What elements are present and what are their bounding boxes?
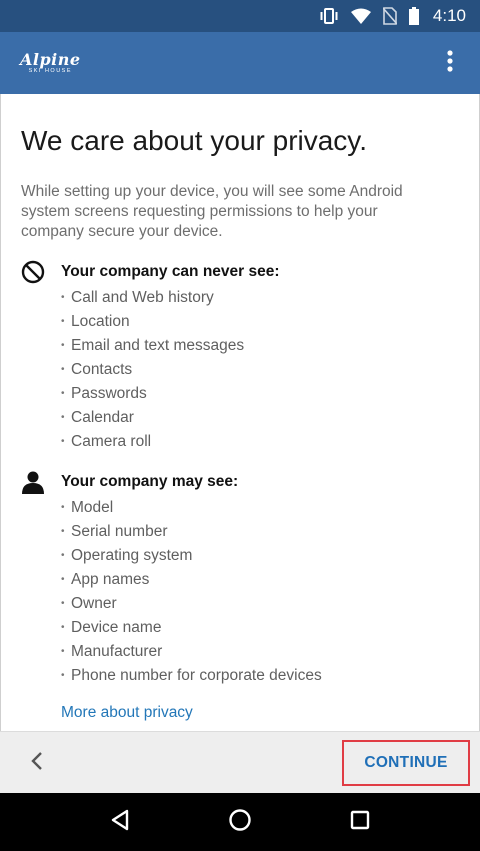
overflow-menu-icon xyxy=(447,49,453,77)
more-about-privacy-link[interactable]: More about privacy xyxy=(61,704,193,722)
logo-main-text: Alpine xyxy=(20,49,81,69)
list-item: • Manufacturer xyxy=(61,640,459,664)
list-item-label: App names xyxy=(71,571,150,588)
list-item: • Owner xyxy=(61,592,459,616)
never-see-title: Your company can never see: xyxy=(61,263,280,280)
list-item-label: Phone number for corporate devices xyxy=(71,667,322,684)
page-title: We care about your privacy. xyxy=(21,125,368,156)
list-item-label: Model xyxy=(71,499,114,516)
never-see-header: Your company can never see: xyxy=(21,260,459,284)
list-item-label: Device name xyxy=(71,619,162,636)
footer-bar: CONTINUE xyxy=(0,731,480,793)
back-triangle-icon xyxy=(110,809,130,836)
recents-square-icon xyxy=(350,810,370,835)
system-nav-bar xyxy=(0,793,480,851)
list-item: • Phone number for corporate devices xyxy=(61,664,459,688)
list-item: • Email and text messages xyxy=(61,334,459,358)
status-bar: 4:10 xyxy=(0,0,480,32)
status-time: 4:10 xyxy=(432,6,466,25)
wifi-icon xyxy=(350,8,371,24)
person-icon xyxy=(21,470,45,494)
may-see-header: Your company may see: xyxy=(21,470,459,494)
list-item: • Serial number xyxy=(61,520,459,544)
continue-button[interactable]: CONTINUE xyxy=(342,740,470,786)
list-item-label: Contacts xyxy=(71,361,133,378)
list-item-label: Operating system xyxy=(71,547,193,564)
logo-sub-text: SKI HOUSE xyxy=(28,67,73,74)
battery-icon xyxy=(408,7,419,25)
chevron-left-icon xyxy=(30,751,44,776)
app-bar: Alpine SKI HOUSE xyxy=(0,32,480,94)
alpine-ski-house-logo: Alpine SKI HOUSE xyxy=(20,49,81,75)
list-item-label: Camera roll xyxy=(71,433,152,450)
vibrate-icon xyxy=(319,7,339,25)
list-item-label: Passwords xyxy=(71,385,147,402)
list-item-label: Serial number xyxy=(71,523,168,540)
main-content[interactable]: We care about your privacy. While settin… xyxy=(0,94,480,731)
never-see-section: Your company can never see: • Call and We… xyxy=(21,260,459,454)
list-item-label: Calendar xyxy=(71,409,134,426)
list-item: • Contacts xyxy=(61,358,459,382)
list-item: • Location xyxy=(61,310,459,334)
no-sim-icon xyxy=(382,7,397,25)
list-item: • App names xyxy=(61,568,459,592)
list-item: • Calendar xyxy=(61,406,459,430)
may-see-title: Your company may see: xyxy=(61,473,239,490)
list-item: • Device name xyxy=(61,616,459,640)
may-see-section: Your company may see: • Model • Serial num… xyxy=(21,470,459,688)
overflow-menu-button[interactable] xyxy=(438,48,462,78)
list-item-label: Location xyxy=(71,313,130,330)
list-item: • Model xyxy=(61,496,459,520)
nav-back-button[interactable] xyxy=(100,802,140,842)
list-item: • Call and Web history xyxy=(61,286,459,310)
list-item: • Camera roll xyxy=(61,430,459,454)
may-see-list: • Model • Serial number • Operating system … xyxy=(61,496,459,688)
back-button[interactable] xyxy=(22,748,52,778)
list-item-label: Owner xyxy=(71,595,117,612)
intro-text: While setting up your device, you will s… xyxy=(21,183,403,240)
prohibited-icon xyxy=(21,260,45,284)
nav-home-button[interactable] xyxy=(220,802,260,842)
home-circle-icon xyxy=(228,808,252,837)
list-item-label: Manufacturer xyxy=(71,643,163,660)
list-item-label: Email and text messages xyxy=(71,337,245,354)
list-item: • Passwords xyxy=(61,382,459,406)
never-see-list: • Call and Web history • Location • Email a… xyxy=(61,286,459,454)
nav-recents-button[interactable] xyxy=(340,802,380,842)
list-item-label: Call and Web history xyxy=(71,289,214,306)
list-item: • Operating system xyxy=(61,544,459,568)
